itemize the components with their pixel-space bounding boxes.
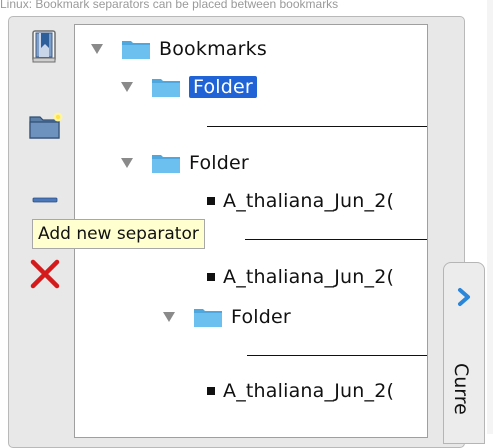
tree-row-root[interactable]: Bookmarks (91, 35, 267, 63)
expand-triangle-icon[interactable] (163, 312, 175, 322)
tree-row-bookmark[interactable]: A_thaliana_Jun_2( (207, 377, 394, 405)
tree-separator[interactable] (247, 355, 427, 356)
tree-label-folder: Folder (189, 152, 249, 174)
tree-label-folder-selected: Folder (189, 76, 257, 98)
folder-icon (152, 155, 180, 173)
expand-triangle-icon[interactable] (121, 158, 133, 168)
new-folder-icon (29, 112, 63, 139)
folder-icon (152, 79, 180, 97)
tree-separator[interactable] (207, 126, 427, 127)
tree-separator[interactable] (245, 239, 427, 240)
caption-text: Linux: Bookmark separators can be placed… (0, 0, 339, 11)
bookmark-bullet-icon (207, 273, 215, 281)
tree-label-bookmark: A_thaliana_Jun_2( (223, 266, 395, 288)
add-folder-button[interactable] (27, 108, 63, 144)
delete-x-icon (30, 259, 60, 289)
window-edge (487, 0, 493, 434)
book-icon (32, 30, 56, 63)
expand-triangle-icon[interactable] (121, 82, 133, 92)
tree-row-folder[interactable]: Folder (121, 149, 249, 177)
add-bookmark-button[interactable] (27, 28, 63, 64)
chevron-right-icon[interactable] (455, 287, 473, 307)
current-tab[interactable]: Curre (443, 262, 485, 444)
separator-icon (32, 197, 58, 203)
tree-row-folder[interactable]: Folder (163, 303, 291, 331)
delete-button[interactable] (27, 256, 63, 292)
folder-icon (194, 309, 222, 327)
tree-row-bookmark[interactable]: A_thaliana_Jun_2( (207, 263, 394, 291)
tree-label-bookmark: A_thaliana_Jun_2( (223, 190, 395, 212)
tree-row-bookmark[interactable]: A_thaliana_Jun_2( (207, 187, 394, 215)
tree-row-folder[interactable]: Folder (121, 73, 257, 101)
tree-label-bookmark: A_thaliana_Jun_2( (223, 380, 395, 402)
expand-triangle-icon[interactable] (91, 44, 103, 54)
current-tab-label: Curre (450, 363, 472, 415)
bookmark-bullet-icon (207, 197, 215, 205)
folder-icon (122, 41, 150, 59)
bookmark-bullet-icon (207, 387, 215, 395)
tree-label-folder: Folder (231, 306, 291, 328)
tooltip: Add new separator (32, 219, 205, 249)
tree-label-root: Bookmarks (159, 38, 267, 60)
